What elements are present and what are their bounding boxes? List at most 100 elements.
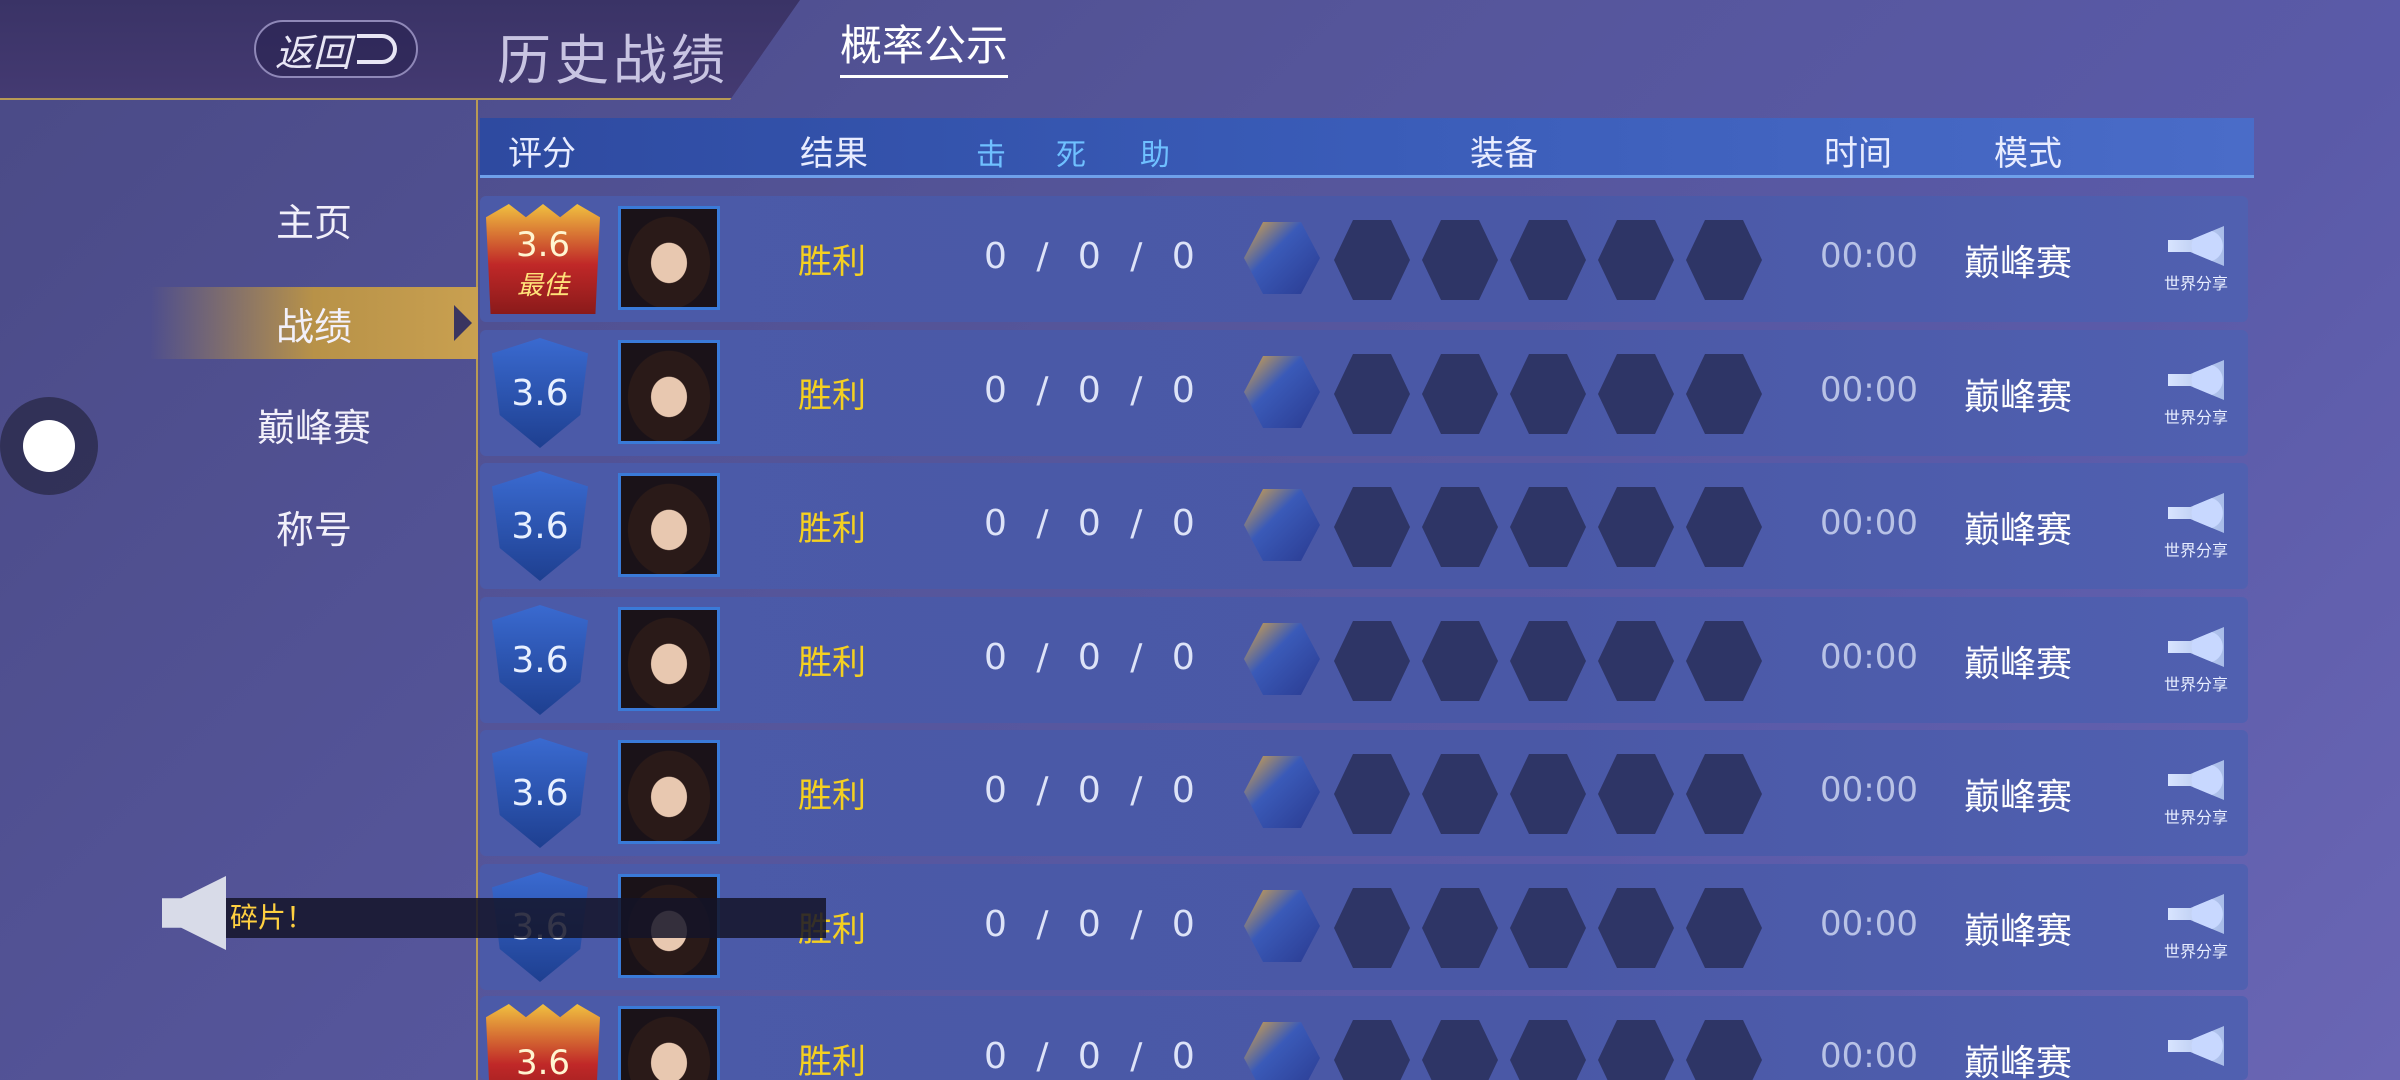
kda-value: 0 / 0 / 0 bbox=[984, 904, 1199, 945]
assist-ball-dot bbox=[23, 420, 75, 472]
match-result: 胜利 bbox=[798, 643, 866, 683]
match-mode: 巅峰赛 bbox=[1964, 777, 2073, 818]
empty-equipment-slot bbox=[1334, 1020, 1410, 1080]
empty-equipment-slot bbox=[1598, 888, 1674, 968]
back-label: 返回 bbox=[274, 30, 351, 75]
empty-equipment-slot bbox=[1422, 1020, 1498, 1080]
megaphone-icon bbox=[2168, 226, 2224, 266]
match-mode: 巅峰赛 bbox=[1964, 510, 2073, 551]
hero-avatar bbox=[618, 740, 720, 844]
sidebar-item-records[interactable]: 战绩 bbox=[150, 287, 478, 359]
sidebar-item-peak-match[interactable]: 巅峰赛 bbox=[150, 388, 478, 460]
empty-equipment-slot bbox=[1598, 354, 1674, 434]
world-share-button[interactable]: 世界分享 bbox=[2156, 226, 2236, 306]
equipment-chest-icon bbox=[1244, 623, 1320, 695]
sidebar-item-label: 称号 bbox=[275, 507, 352, 552]
match-time: 00:00 bbox=[1820, 770, 1918, 810]
score-value: 3.6 bbox=[515, 1043, 571, 1080]
table-row[interactable]: 3.6 胜利 0 / 0 / 0 00:00 巅峰赛 世界分享 bbox=[480, 597, 2248, 723]
empty-equipment-slot bbox=[1422, 354, 1498, 434]
column-header-score: 评分 bbox=[508, 134, 576, 174]
empty-equipment-slot bbox=[1510, 1020, 1586, 1080]
table-row[interactable]: 3.6 最佳 胜利 0 / 0 / 0 00:00 巅峰赛 世界分享 bbox=[480, 196, 2248, 322]
empty-equipment-slot bbox=[1510, 220, 1586, 300]
empty-equipment-slot bbox=[1422, 888, 1498, 968]
sidebar-item-label: 主页 bbox=[275, 200, 352, 245]
world-share-button[interactable]: 世界分享 bbox=[2156, 360, 2236, 440]
floating-assist-ball[interactable] bbox=[0, 397, 98, 495]
probability-disclosure-link[interactable]: 概率公示 bbox=[840, 12, 1009, 78]
match-time: 00:00 bbox=[1820, 904, 1918, 944]
empty-equipment-slot bbox=[1598, 754, 1674, 834]
world-share-button[interactable]: 世界分享 bbox=[2156, 627, 2236, 707]
back-arrow-icon bbox=[357, 34, 397, 64]
empty-equipment-slot bbox=[1686, 754, 1762, 834]
kda-value: 0 / 0 / 0 bbox=[984, 370, 1199, 411]
hero-avatar bbox=[618, 340, 720, 444]
empty-equipment-slot bbox=[1598, 621, 1674, 701]
match-result: 胜利 bbox=[798, 376, 866, 416]
back-button[interactable]: 返回 bbox=[254, 20, 418, 78]
share-label: 世界分享 bbox=[2163, 541, 2228, 560]
table-row[interactable]: 3.6 胜利 0 / 0 / 0 00:00 巅峰赛 bbox=[480, 996, 2248, 1080]
world-share-button[interactable]: 世界分享 bbox=[2156, 760, 2236, 840]
table-row[interactable]: 3.6 胜利 0 / 0 / 0 00:00 巅峰赛 世界分享 bbox=[480, 330, 2248, 456]
sidebar-item-home[interactable]: 主页 bbox=[150, 183, 478, 255]
share-label: 世界分享 bbox=[2163, 808, 2228, 827]
empty-equipment-slot bbox=[1334, 220, 1410, 300]
world-share-button[interactable] bbox=[2156, 1026, 2236, 1080]
equipment-chest-icon bbox=[1244, 1022, 1320, 1080]
equipment-chest-icon bbox=[1244, 356, 1320, 428]
column-header-result: 结果 bbox=[800, 134, 868, 174]
hero-avatar bbox=[618, 206, 720, 310]
world-share-button[interactable]: 世界分享 bbox=[2156, 493, 2236, 573]
score-value: 3.6 bbox=[515, 224, 571, 265]
page-title: 历史战绩 bbox=[497, 29, 729, 92]
match-time: 00:00 bbox=[1820, 370, 1918, 410]
empty-equipment-slot bbox=[1510, 354, 1586, 434]
kda-value: 0 / 0 / 0 bbox=[984, 236, 1199, 277]
score-shield-badge: 3.6 bbox=[492, 738, 588, 848]
empty-equipment-slot bbox=[1334, 621, 1410, 701]
megaphone-icon bbox=[2168, 360, 2224, 400]
empty-equipment-slot bbox=[1510, 754, 1586, 834]
column-header-time: 时间 bbox=[1824, 134, 1892, 174]
broadcast-notice: 碎片！ bbox=[226, 898, 826, 938]
score-value: 3.6 bbox=[511, 372, 569, 414]
empty-equipment-slot bbox=[1422, 220, 1498, 300]
column-header-mode: 模式 bbox=[1994, 134, 2062, 174]
score-value: 3.6 bbox=[511, 505, 569, 547]
sidebar-item-label: 战绩 bbox=[275, 304, 352, 349]
score-shield-badge: 3.6 bbox=[492, 338, 588, 448]
empty-equipment-slot bbox=[1686, 621, 1762, 701]
megaphone-icon bbox=[2168, 760, 2224, 800]
empty-equipment-slot bbox=[1334, 888, 1410, 968]
empty-equipment-slot bbox=[1598, 487, 1674, 567]
sidebar-item-titles[interactable]: 称号 bbox=[150, 490, 478, 562]
equipment-chest-icon bbox=[1244, 890, 1320, 962]
hero-avatar bbox=[618, 607, 720, 711]
notice-text: 碎片！ bbox=[230, 901, 315, 934]
table-row[interactable]: 3.6 胜利 0 / 0 / 0 00:00 巅峰赛 世界分享 bbox=[480, 463, 2248, 589]
world-share-button[interactable]: 世界分享 bbox=[2156, 894, 2236, 974]
table-header: 评分 结果 击 死 助 装备 时间 模式 bbox=[480, 118, 2254, 178]
chevron-right-icon bbox=[454, 305, 472, 341]
top-bar: 返回 历史战绩 概率公示 bbox=[0, 0, 2400, 100]
match-mode: 巅峰赛 bbox=[1964, 911, 2073, 952]
match-time: 00:00 bbox=[1820, 236, 1918, 276]
match-result: 胜利 bbox=[798, 242, 866, 282]
match-mode: 巅峰赛 bbox=[1964, 377, 2073, 418]
match-time: 00:00 bbox=[1820, 1036, 1918, 1076]
match-mode: 巅峰赛 bbox=[1964, 1043, 2073, 1080]
sidebar-item-label: 巅峰赛 bbox=[256, 405, 371, 450]
kda-value: 0 / 0 / 0 bbox=[984, 1036, 1199, 1077]
equipment-chest-icon bbox=[1244, 756, 1320, 828]
share-label: 世界分享 bbox=[2163, 274, 2228, 293]
kda-value: 0 / 0 / 0 bbox=[984, 770, 1199, 811]
table-row[interactable]: 3.6 胜利 0 / 0 / 0 00:00 巅峰赛 世界分享 bbox=[480, 730, 2248, 856]
megaphone-icon bbox=[2168, 493, 2224, 533]
empty-equipment-slot bbox=[1334, 754, 1410, 834]
share-label: 世界分享 bbox=[2163, 942, 2228, 961]
empty-equipment-slot bbox=[1510, 621, 1586, 701]
match-mode: 巅峰赛 bbox=[1964, 644, 2073, 685]
